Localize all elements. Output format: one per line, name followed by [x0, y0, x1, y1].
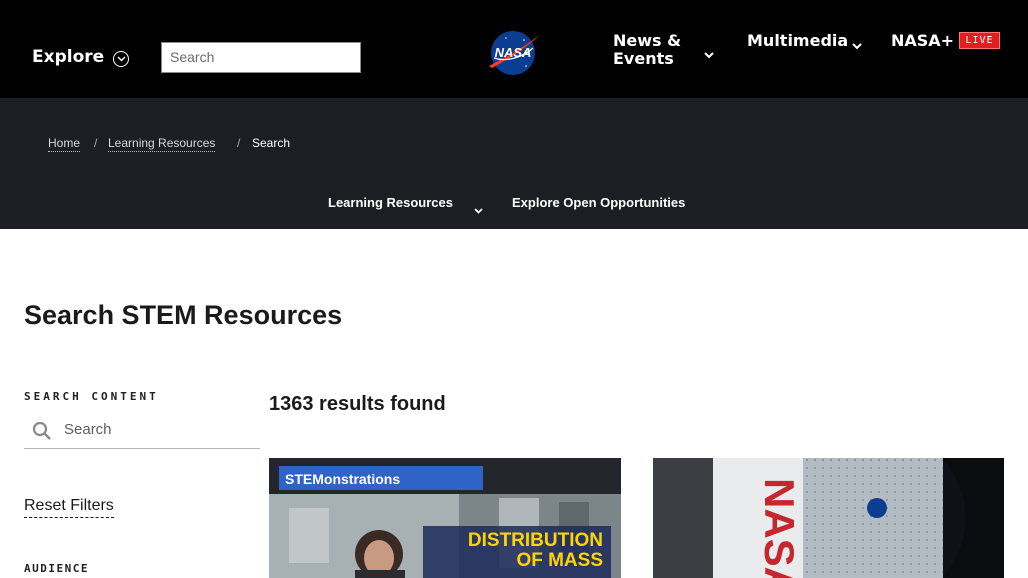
subnav-chevron-down-icon[interactable]	[473, 200, 484, 219]
nasa-logo[interactable]: NASA	[486, 28, 542, 78]
sidebar-search-input[interactable]: Search	[24, 414, 260, 449]
card-headline-line2: OF MASS	[516, 550, 603, 571]
multimedia-chevron-down-icon[interactable]	[851, 35, 863, 54]
breadcrumb-home[interactable]: Home	[48, 136, 81, 152]
sidebar-search-placeholder: Search	[64, 421, 112, 438]
resource-card-image[interactable]: STEMonstrations DISTRIBUTION OF MASS	[269, 458, 621, 578]
explore-chevron-icon[interactable]	[113, 51, 129, 67]
audience-filter-heading[interactable]: AUDIENCE	[24, 562, 89, 575]
header-search-input[interactable]: Search	[161, 42, 361, 73]
card-headline-line1: DISTRIBUTION	[468, 530, 603, 551]
live-badge[interactable]: LIVE	[959, 32, 1000, 49]
subnav-explore-open-opportunities[interactable]: Explore Open Opportunities	[512, 195, 685, 210]
breadcrumb-separator: /	[94, 136, 98, 150]
explore-menu-label[interactable]: Explore	[32, 47, 104, 67]
resource-card-image[interactable]: NASA	[653, 458, 1004, 578]
results-count: 1363 results found	[269, 393, 446, 415]
search-content-heading: SEARCH CONTENT	[24, 390, 159, 403]
card-wordmark: NASA	[756, 478, 803, 578]
nav-nasa-plus[interactable]: NASA+	[891, 31, 954, 50]
breadcrumb-separator: /	[237, 136, 241, 150]
nav-news-events[interactable]: News & Events	[613, 32, 703, 68]
breadcrumb-learning-resources[interactable]: Learning Resources	[108, 136, 216, 152]
subnav-learning-resources[interactable]: Learning Resources	[328, 195, 453, 210]
news-chevron-down-icon[interactable]	[703, 44, 715, 63]
nav-multimedia[interactable]: Multimedia	[747, 31, 848, 50]
page-title: Search STEM Resources	[24, 300, 343, 330]
nasa-logo-text: NASA	[495, 45, 532, 60]
card-banner-text: STEMonstrations	[285, 471, 400, 487]
reset-filters-link[interactable]: Reset Filters	[24, 497, 114, 518]
breadcrumb-current: Search	[252, 136, 291, 150]
search-icon	[32, 421, 52, 445]
top-navigation-bar: Explore Search NASA News & Events Multim…	[0, 0, 1028, 98]
